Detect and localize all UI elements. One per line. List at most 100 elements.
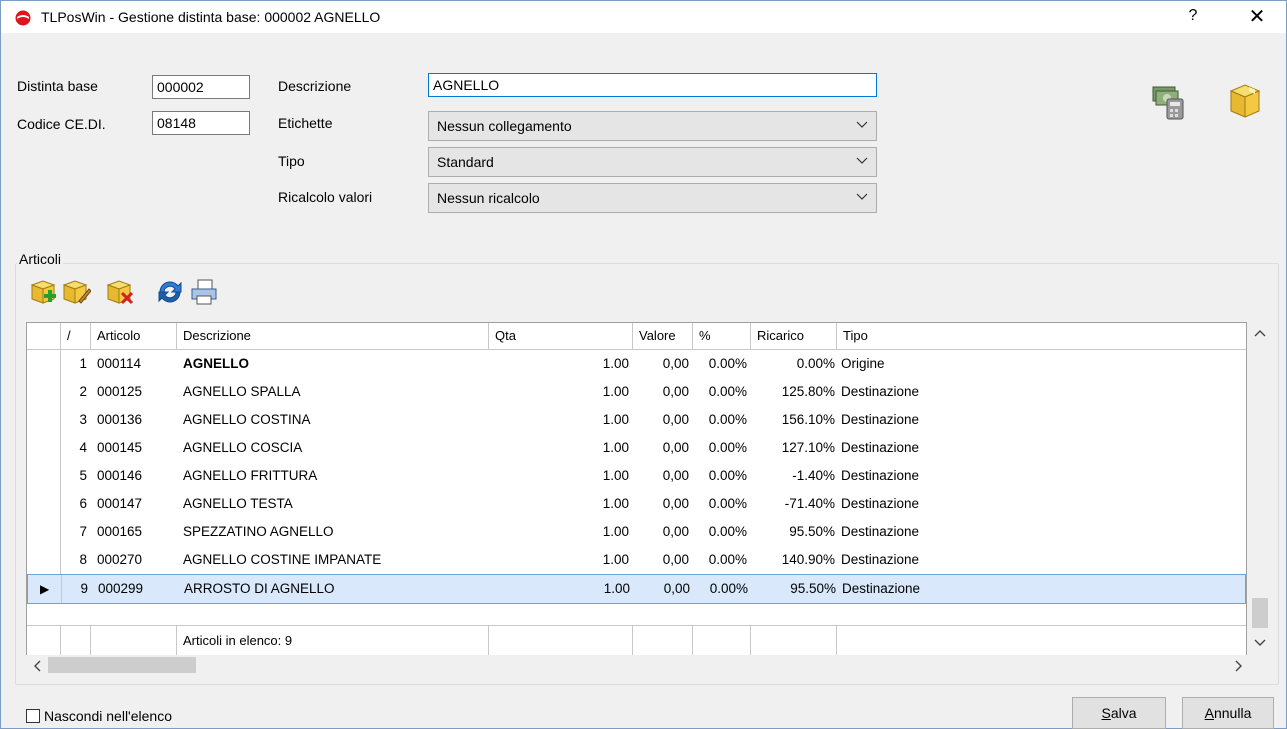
cell-valore: 0,00	[662, 412, 689, 427]
cell-pct: 0.00%	[708, 524, 747, 539]
cell-tipo: Destinazione	[842, 581, 921, 596]
cell-descrizione: AGNELLO FRITTURA	[183, 468, 318, 483]
hide-in-list-label: Nascondi nell'elenco	[44, 708, 172, 724]
cell-descrizione: AGNELLO COSTINA	[183, 412, 311, 427]
cell-articolo: 000146	[97, 468, 143, 483]
cell-tipo: Origine	[841, 356, 885, 371]
vertical-scrollbar[interactable]	[1250, 322, 1270, 655]
scroll-right-icon[interactable]	[1234, 660, 1244, 672]
cell-qta: 1.00	[602, 412, 629, 427]
cancel-button[interactable]: Annulla	[1182, 697, 1274, 729]
chevron-down-icon	[856, 157, 868, 164]
column-header-qta[interactable]: Qta	[489, 323, 633, 349]
column-header-valore[interactable]: Valore	[633, 323, 693, 349]
cell-tipo: Destinazione	[841, 496, 920, 511]
cell-pct: 0.00%	[708, 412, 747, 427]
codice-cedi-field[interactable]: 08148	[152, 111, 250, 135]
table-footer: Articoli in elenco: 9	[27, 625, 1246, 656]
horizontal-scroll-thumb[interactable]	[48, 657, 196, 673]
cell-valore: 0,00	[662, 496, 689, 511]
cancel-accelerator: A	[1204, 705, 1214, 721]
column-header-tipo[interactable]: Tipo	[837, 323, 1246, 349]
current-row-arrow-icon: ▶	[40, 582, 50, 596]
table-row[interactable]: 6 000147 AGNELLO TESTA 1.00 0,00 0.00% -71.40%…	[27, 490, 1246, 518]
table-row[interactable]: 1 000114 AGNELLO 1.00 0,00 0.00% 0.00% Origine	[27, 350, 1246, 378]
cell-valore: 0,00	[662, 552, 689, 567]
table-row[interactable]: 3 000136 AGNELLO COSTINA 1.00 0,00 0.00% 156.1…	[27, 406, 1246, 434]
etichette-select[interactable]: Nessun collegamento	[428, 111, 877, 141]
row-header[interactable]	[27, 434, 61, 462]
table-row[interactable]: 4 000145 AGNELLO COSCIA 1.00 0,00 0.00% 127.10…	[27, 434, 1246, 462]
table-row[interactable]: 7 000165 SPEZZATINO AGNELLO 1.00 0,00 0.00% 95…	[27, 518, 1246, 546]
cell-articolo: 000165	[97, 524, 143, 539]
horizontal-scrollbar[interactable]	[26, 655, 1270, 675]
close-button[interactable]: ✕	[1245, 4, 1269, 29]
cell-descrizione: AGNELLO COSTINE IMPANATE	[183, 552, 382, 567]
cell-descrizione: AGNELLO TESTA	[183, 496, 293, 511]
cell-tipo: Destinazione	[841, 468, 920, 483]
row-header[interactable]	[27, 546, 61, 574]
row-header[interactable]	[27, 462, 61, 490]
row-header[interactable]	[27, 490, 61, 518]
footer-cell	[489, 626, 633, 656]
row-header[interactable]	[27, 518, 61, 546]
cell-ricarico: -1.40%	[792, 468, 835, 483]
hide-in-list-checkbox[interactable]	[26, 709, 40, 723]
cell-ricarico: 127.10%	[781, 440, 835, 455]
tipo-select[interactable]: Standard	[428, 147, 877, 177]
delete-item-icon[interactable]	[105, 277, 135, 307]
scroll-up-icon[interactable]	[1254, 328, 1266, 338]
column-header-n[interactable]: /	[61, 323, 91, 349]
app-logo-icon	[15, 10, 31, 26]
cell-n: 7	[79, 524, 87, 539]
column-header-descrizione[interactable]: Descrizione	[177, 323, 489, 349]
print-icon[interactable]	[189, 277, 219, 307]
distinta-base-field[interactable]: 000002	[152, 75, 250, 99]
refresh-icon[interactable]	[155, 277, 185, 307]
cell-tipo: Destinazione	[841, 440, 920, 455]
cell-pct: 0.00%	[708, 356, 747, 371]
row-header[interactable]	[27, 406, 61, 434]
edit-item-icon[interactable]	[61, 277, 91, 307]
money-calculator-icon[interactable]	[1149, 81, 1189, 121]
cell-ricarico: 125.80%	[781, 384, 835, 399]
vertical-scroll-thumb[interactable]	[1252, 598, 1268, 628]
ricalcolo-select[interactable]: Nessun ricalcolo	[428, 183, 877, 213]
scroll-left-icon[interactable]	[32, 660, 42, 672]
table-row[interactable]: ▶ 9 000299 ARROSTO DI AGNELLO 1.00 0,00 0.00% 9…	[27, 574, 1246, 604]
table-row[interactable]: 8 000270 AGNELLO COSTINE IMPANATE 1.00 0,00 0…	[27, 546, 1246, 574]
cell-n: 2	[79, 384, 87, 399]
chevron-down-icon	[856, 193, 868, 200]
column-header-articolo[interactable]: Articolo	[91, 323, 177, 349]
codice-cedi-label: Codice CE.DI.	[17, 116, 106, 132]
table-row[interactable]: 2 000125 AGNELLO SPALLA 1.00 0,00 0.00% 125.80…	[27, 378, 1246, 406]
add-item-icon[interactable]	[29, 277, 59, 307]
package-icon[interactable]	[1225, 81, 1265, 121]
cell-articolo: 000125	[97, 384, 143, 399]
descrizione-field[interactable]: AGNELLO	[428, 73, 877, 97]
save-button[interactable]: Salva	[1072, 697, 1166, 729]
column-header-pct[interactable]: %	[693, 323, 751, 349]
cell-qta: 1.00	[602, 440, 629, 455]
cell-qta: 1.00	[602, 552, 629, 567]
cell-ricarico: -71.40%	[784, 496, 835, 511]
help-button[interactable]: ?	[1183, 7, 1203, 25]
cell-valore: 0,00	[662, 468, 689, 483]
row-header[interactable]: ▶	[28, 575, 62, 603]
row-header[interactable]	[27, 350, 61, 378]
title-bar[interactable]: TLPosWin - Gestione distinta base: 00000…	[1, 1, 1286, 33]
cell-n: 6	[79, 496, 87, 511]
etichette-label: Etichette	[278, 115, 333, 131]
cell-pct: 0.00%	[709, 581, 748, 596]
cell-n: 5	[79, 468, 87, 483]
articoli-table[interactable]: / Articolo Descrizione Qta Valore % Rica…	[26, 322, 1247, 657]
tipo-value: Standard	[437, 154, 494, 170]
scroll-down-icon[interactable]	[1254, 638, 1266, 648]
footer-count: Articoli in elenco: 9	[177, 626, 489, 656]
tipo-label: Tipo	[278, 153, 305, 169]
cell-qta: 1.00	[602, 468, 629, 483]
row-header[interactable]	[27, 378, 61, 406]
table-row[interactable]: 5 000146 AGNELLO FRITTURA 1.00 0,00 0.00% -1.4…	[27, 462, 1246, 490]
cell-pct: 0.00%	[708, 552, 747, 567]
column-header-ricarico[interactable]: Ricarico	[751, 323, 837, 349]
